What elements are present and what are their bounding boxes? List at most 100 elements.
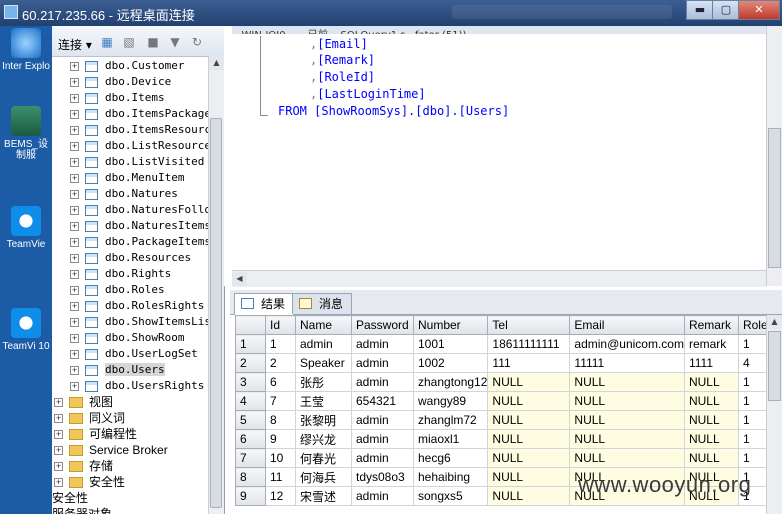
grid-cell[interactable]: NULL bbox=[683, 448, 739, 468]
grid-cell[interactable]: admin bbox=[351, 486, 414, 506]
tree-table-item[interactable]: + dbo.RolesRights bbox=[70, 298, 204, 314]
grid-cell[interactable]: hehaibing bbox=[412, 467, 489, 487]
desktop-icon-teamviewer[interactable]: TeamVie bbox=[2, 206, 50, 250]
tree-table-item[interactable]: + dbo.Resources bbox=[70, 250, 191, 266]
grid-cell[interactable]: 张黎明 bbox=[295, 410, 352, 430]
grid-cell[interactable]: 18611111111 bbox=[487, 334, 571, 354]
restore-button[interactable]: ▢ bbox=[712, 0, 740, 20]
column-header[interactable]: Email bbox=[569, 315, 685, 335]
tree-table-item[interactable]: + dbo.NaturesFollow bbox=[70, 202, 208, 218]
tree-folder-item[interactable]: + 安全性 bbox=[54, 474, 125, 490]
tree-table-item[interactable]: + dbo.Rights bbox=[70, 266, 171, 282]
grid-cell[interactable]: miaoxl1 bbox=[412, 429, 489, 449]
expand-icon[interactable]: + bbox=[70, 157, 79, 167]
expand-icon[interactable]: + bbox=[70, 189, 79, 199]
expand-icon[interactable]: + bbox=[70, 269, 79, 279]
filter-icon[interactable]: ▼ bbox=[168, 36, 182, 49]
expand-icon[interactable]: + bbox=[70, 205, 79, 215]
disconnect-icon[interactable]: ▧ bbox=[122, 36, 136, 49]
expand-icon[interactable]: + bbox=[70, 221, 79, 231]
grid-cell[interactable]: admin@unicom.com bbox=[569, 334, 685, 354]
table-row[interactable]: 1 1 admin admin 1001 18611111111 admin@unicom.… bbox=[235, 334, 779, 354]
tree-table-item[interactable]: + dbo.UserLogSet bbox=[70, 346, 198, 362]
grid-cell[interactable]: NULL bbox=[487, 467, 571, 487]
table-row[interactable]: 3 6 张彤 admin zhangtong12 NULL NULL NULL 1 bbox=[235, 372, 779, 392]
editor-tab-strip[interactable]: ...WIN-IQJ0... ...已前... SQLQuery1.s...fa… bbox=[232, 26, 772, 34]
expand-icon[interactable]: + bbox=[70, 333, 79, 343]
results-scrollbar[interactable]: ▲ bbox=[766, 315, 782, 514]
stop-icon[interactable]: ■ bbox=[146, 36, 160, 49]
grid-cell[interactable]: 何春光 bbox=[295, 448, 352, 468]
grid-cell[interactable]: 1 bbox=[265, 334, 296, 354]
grid-cell[interactable]: NULL bbox=[683, 410, 739, 430]
scroll-thumb[interactable] bbox=[768, 331, 781, 401]
table-row[interactable]: 5 8 张黎明 admin zhanglm72 NULL NULL NULL 1 bbox=[235, 410, 779, 430]
grid-cell[interactable]: 12 bbox=[265, 486, 296, 506]
tab-messages[interactable]: 消息 bbox=[292, 293, 353, 314]
table-row[interactable]: 4 7 王莹 654321 wangy89 NULL NULL NULL 1 bbox=[235, 391, 779, 411]
tree-table-item[interactable]: + dbo.Roles bbox=[70, 282, 165, 298]
grid-cell[interactable]: tdys08o3 bbox=[351, 467, 414, 487]
expand-icon[interactable]: + bbox=[70, 173, 79, 183]
tree-folder-item[interactable]: + 存储 bbox=[54, 458, 113, 474]
grid-cell[interactable]: NULL bbox=[569, 410, 685, 430]
tree-table-item[interactable]: + dbo.Customer bbox=[70, 58, 184, 74]
tree-table-item[interactable]: + dbo.Items bbox=[70, 90, 165, 106]
grid-cell[interactable]: NULL bbox=[569, 429, 685, 449]
grid-cell[interactable]: admin bbox=[295, 334, 352, 354]
row-number-cell[interactable]: 6 bbox=[235, 429, 266, 449]
scroll-up-arrow-icon[interactable]: ▲ bbox=[209, 56, 224, 70]
desktop-icon-ie[interactable]: Inter Explo bbox=[2, 28, 50, 72]
grid-cell[interactable]: NULL bbox=[683, 372, 739, 392]
row-number-cell[interactable]: 1 bbox=[235, 334, 266, 354]
grid-cell[interactable]: Speaker bbox=[295, 353, 352, 373]
expand-icon[interactable]: + bbox=[70, 317, 79, 327]
expand-icon[interactable]: + bbox=[54, 478, 63, 488]
grid-cell[interactable]: 王莹 bbox=[295, 391, 352, 411]
grid-cell[interactable]: NULL bbox=[487, 372, 571, 392]
grid-cell[interactable]: admin bbox=[351, 372, 414, 392]
scroll-up-arrow-icon[interactable]: ▲ bbox=[767, 315, 782, 329]
tree-table-item[interactable]: + dbo.UsersRights bbox=[70, 378, 204, 394]
tree-folder-item[interactable]: + 视图 bbox=[54, 394, 113, 410]
grid-cell[interactable]: NULL bbox=[569, 372, 685, 392]
grid-cell[interactable]: admin bbox=[351, 448, 414, 468]
tree-table-item[interactable]: + dbo.PackageItems bbox=[70, 234, 208, 250]
grid-cell[interactable]: 7 bbox=[265, 391, 296, 411]
grid-cell[interactable]: songxs5 bbox=[412, 486, 489, 506]
grid-cell[interactable]: zhanglm72 bbox=[412, 410, 489, 430]
tree-root-item[interactable]: 服务器对象 bbox=[52, 506, 112, 514]
table-row[interactable]: 2 2 Speaker admin 1002 111 11111 1111 4 bbox=[235, 353, 779, 373]
scroll-left-arrow-icon[interactable]: ◀ bbox=[232, 272, 247, 286]
sql-editor[interactable]: ...WIN-IQJ0... ...已前... SQLQuery1.s...fa… bbox=[224, 26, 782, 287]
close-button[interactable]: ✕ bbox=[738, 0, 780, 20]
row-number-cell[interactable]: 4 bbox=[235, 391, 266, 411]
editor-vertical-scrollbar[interactable] bbox=[766, 26, 782, 286]
expand-icon[interactable]: + bbox=[70, 237, 79, 247]
grid-cell[interactable]: 654321 bbox=[351, 391, 414, 411]
tree-folder-item[interactable]: + 同义词 bbox=[54, 410, 125, 426]
minimize-button[interactable]: ▬ bbox=[686, 0, 714, 20]
grid-cell[interactable]: 6 bbox=[265, 372, 296, 392]
row-number-header[interactable] bbox=[235, 315, 266, 335]
grid-cell[interactable]: 11111 bbox=[569, 353, 685, 373]
tree-table-item[interactable]: + dbo.Device bbox=[70, 74, 171, 90]
editor-horizontal-scrollbar[interactable]: ◀ bbox=[232, 270, 766, 287]
grid-cell[interactable]: zhangtong12 bbox=[412, 372, 489, 392]
grid-cell[interactable]: admin bbox=[351, 353, 414, 373]
grid-cell[interactable]: 何海兵 bbox=[295, 467, 352, 487]
grid-cell[interactable]: 8 bbox=[265, 410, 296, 430]
grid-cell[interactable]: wangy89 bbox=[412, 391, 489, 411]
grid-cell[interactable]: 9 bbox=[265, 429, 296, 449]
grid-cell[interactable]: remark bbox=[683, 334, 739, 354]
row-number-cell[interactable]: 2 bbox=[235, 353, 266, 373]
expand-icon[interactable]: + bbox=[70, 285, 79, 295]
connect-engine-icon[interactable]: ▦ bbox=[100, 36, 114, 49]
tree-table-item[interactable]: + dbo.ShowItemsList bbox=[70, 314, 208, 330]
row-number-cell[interactable]: 7 bbox=[235, 448, 266, 468]
grid-cell[interactable]: 缪兴龙 bbox=[295, 429, 352, 449]
grid-cell[interactable]: admin bbox=[351, 410, 414, 430]
connect-button[interactable]: 连接 ▾ bbox=[58, 36, 92, 53]
refresh-icon[interactable]: ↻ bbox=[190, 36, 204, 49]
grid-cell[interactable]: 111 bbox=[487, 353, 571, 373]
